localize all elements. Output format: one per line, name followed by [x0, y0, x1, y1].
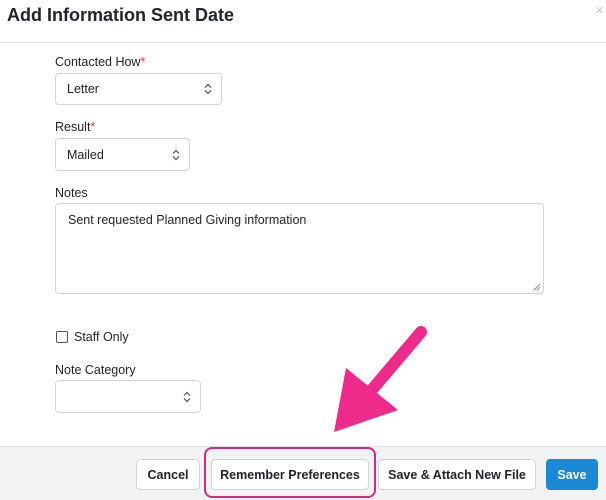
arrow-down-left-icon	[334, 326, 427, 432]
save-attach-new-file-button[interactable]: Save & Attach New File	[378, 459, 536, 490]
result-label: Result*	[55, 120, 95, 134]
contacted-how-value: Letter	[67, 82, 99, 96]
contacted-how-label: Contacted How*	[55, 55, 145, 69]
contacted-how-select[interactable]: Letter	[55, 73, 222, 105]
note-category-select[interactable]	[55, 380, 201, 413]
result-value: Mailed	[67, 147, 104, 162]
notes-label: Notes	[55, 186, 88, 200]
required-marker: *	[90, 120, 96, 134]
dialog-title: Add Information Sent Date	[7, 5, 235, 25]
save-button[interactable]: Save	[546, 459, 598, 490]
remember-preferences-highlight	[204, 447, 376, 498]
contacted-how-label-text: Contacted How	[55, 55, 141, 69]
select-caret-icon	[204, 83, 212, 95]
note-category-label: Note Category	[55, 363, 136, 377]
result-select[interactable]: Mailed	[55, 138, 190, 171]
staff-only-label[interactable]: Staff Only	[74, 330, 129, 344]
notes-textarea[interactable]: Sent requested Planned Giving informatio…	[55, 203, 544, 294]
select-caret-icon	[172, 149, 180, 160]
notes-value: Sent requested Planned Giving informatio…	[68, 213, 307, 227]
cancel-button[interactable]: Cancel	[136, 459, 200, 490]
select-caret-icon	[183, 391, 191, 402]
staff-only-checkbox[interactable]	[56, 331, 68, 343]
required-marker: *	[140, 55, 146, 69]
close-icon[interactable]: ✕	[595, 4, 604, 17]
resize-handle-icon[interactable]	[532, 282, 541, 291]
result-label-text: Result	[55, 120, 91, 134]
dialog-header: Add Information Sent Date ✕	[0, 0, 606, 43]
